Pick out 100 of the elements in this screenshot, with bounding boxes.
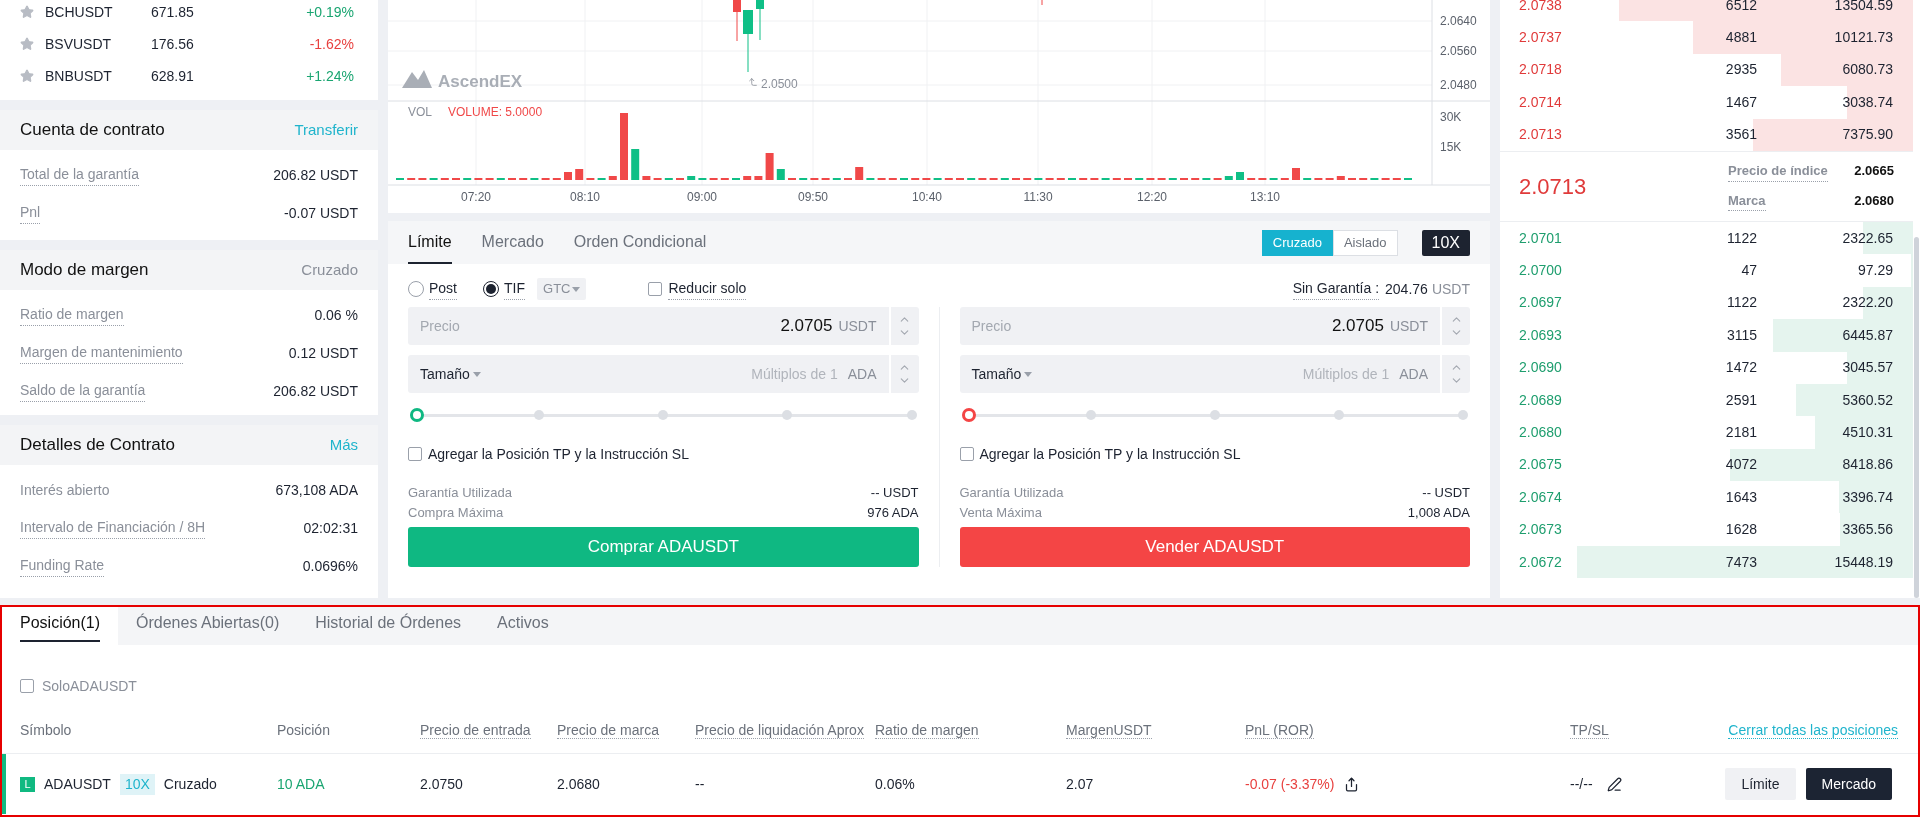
slider-stop[interactable] (1333, 410, 1344, 420)
checkbox[interactable] (408, 447, 422, 461)
slider-thumb[interactable] (961, 408, 976, 422)
info-value: 1,008 ADA (1407, 504, 1470, 523)
card-link[interactable]: Transferir (294, 118, 358, 142)
positions-tab[interactable]: Activos (479, 607, 567, 645)
margin-mode-toggle[interactable]: Cruzado (1261, 229, 1333, 256)
book-price[interactable]: 2.0673 (1500, 519, 1639, 541)
slider-stop[interactable] (782, 410, 793, 420)
close-position-button[interactable]: Mercado (1805, 768, 1892, 800)
scrollbar[interactable] (1914, 237, 1919, 598)
info-value: 02:02:31 (303, 518, 358, 538)
book-price[interactable]: 2.0697 (1500, 292, 1639, 314)
column-header: Precio de liquidación Aprox (695, 722, 864, 739)
chart-watermark: AscendEX (438, 72, 523, 91)
positions-tab[interactable]: Órdenes Abiertas(0) (118, 607, 298, 645)
price-field[interactable]: Precio 2.0705 USDT (408, 307, 919, 345)
book-amount: 1467 (1724, 92, 1757, 112)
price-field[interactable]: Precio 2.0705 USDT (959, 307, 1470, 345)
candlestick (1041, 0, 1043, 6)
book-price[interactable]: 2.0701 (1500, 227, 1639, 249)
share-icon[interactable] (1344, 776, 1360, 792)
market-price: 176.56 (151, 34, 194, 54)
book-price[interactable]: 2.0713 (1500, 124, 1639, 146)
caret-icon (472, 371, 481, 377)
size-unit-dropdown[interactable]: Tamaño (420, 363, 481, 385)
slider-stop[interactable] (1209, 410, 1220, 420)
market-price: 628.91 (151, 66, 194, 86)
tif-select[interactable]: GTC (537, 278, 587, 300)
field-placeholder: Múltiplos de 1 (751, 364, 838, 384)
book-price[interactable]: 2.0680 (1500, 422, 1639, 443)
column-header: TP/SL (1570, 722, 1609, 739)
margin-mode-toggle[interactable]: Aislado (1332, 229, 1398, 256)
book-amount: 3115 (1725, 325, 1757, 345)
slider-stop[interactable] (658, 410, 669, 420)
slider-thumb[interactable] (410, 408, 424, 422)
book-price[interactable]: 2.0718 (1500, 59, 1639, 81)
table-cell-text: -- (695, 774, 706, 794)
checkbox[interactable] (959, 447, 974, 461)
book-price[interactable]: 2.0700 (1500, 260, 1639, 282)
order-type-tab[interactable]: Orden Condicional (573, 221, 707, 264)
info-value: 976 ADA (867, 504, 919, 523)
slider-stop[interactable] (1458, 410, 1468, 420)
star-icon[interactable] (20, 5, 34, 19)
price-axis-label: 2.0480 (1440, 78, 1477, 92)
book-price[interactable]: 2.0672 (1500, 551, 1639, 573)
info-label: Garantía Utilizada (408, 484, 513, 503)
order-type-tab[interactable]: Límite (408, 221, 452, 264)
checkbox[interactable] (648, 282, 663, 296)
book-amount: 1122 (1725, 293, 1757, 313)
info-value: -- USDT (1422, 484, 1470, 503)
info-value: -0.07 USDT (284, 203, 358, 223)
column-header: Símbolo (20, 722, 72, 738)
submit-order-button[interactable]: Comprar ADAUSDT (408, 527, 919, 567)
book-price[interactable]: 2.0714 (1500, 91, 1639, 113)
card-link[interactable]: Más (329, 433, 358, 457)
book-price[interactable]: 2.0674 (1500, 486, 1639, 508)
market-symbol[interactable]: BCHUSDT (45, 1, 151, 23)
book-price[interactable]: 2.0738 (1500, 0, 1639, 16)
book-price[interactable]: 2.0675 (1500, 454, 1639, 476)
info-label: Saldo de la garantía (20, 380, 146, 402)
star-icon[interactable] (20, 37, 34, 51)
leverage-button[interactable]: 10X (1421, 229, 1470, 256)
card-title: Modo de margen (20, 259, 149, 282)
slider-stop[interactable] (534, 410, 545, 420)
table-cell-text: 2.0750 (420, 774, 464, 794)
positions-tab[interactable]: Posición(1) (2, 607, 119, 645)
book-price[interactable]: 2.0737 (1500, 27, 1639, 49)
option-label: Post (429, 278, 457, 300)
book-amount: 47 (1740, 261, 1757, 281)
size-unit-dropdown[interactable]: Tamaño (971, 363, 1033, 385)
book-total: 7375.90 (1842, 125, 1893, 145)
slider-stop[interactable] (1085, 410, 1096, 420)
book-price[interactable]: 2.0689 (1500, 389, 1639, 411)
close-position-button[interactable]: Límite (1725, 768, 1796, 800)
info-value: 0.06 % (314, 305, 358, 325)
checkbox-label: SoloADAUSDT (42, 676, 137, 696)
book-price[interactable]: 2.0693 (1500, 324, 1639, 346)
book-price[interactable]: 2.0690 (1500, 357, 1639, 379)
edit-icon[interactable] (1606, 776, 1622, 792)
book-total: 3038.74 (1842, 92, 1893, 112)
market-price: 671.85 (151, 2, 194, 22)
info-label: Pnl (20, 202, 41, 224)
checkbox-label: Agregar la Posición TP y la Instrucción SL (428, 444, 689, 464)
order-type-tab[interactable]: Mercado (481, 221, 544, 264)
mark-price-value: 2.0680 (1854, 191, 1894, 210)
info-label: Compra Máxima (408, 504, 504, 523)
market-symbol[interactable]: BSVUSDT (45, 33, 151, 55)
close-all-link[interactable]: Cerrar todas las posiciones (1728, 722, 1898, 739)
submit-order-button[interactable]: Vender ADAUSDT (959, 527, 1470, 567)
size-field[interactable]: Tamaño Múltiplos de 1 ADA (959, 355, 1470, 393)
book-amount: 3561 (1724, 125, 1757, 145)
positions-tab[interactable]: Historial de Órdenes (297, 607, 480, 645)
size-field[interactable]: Tamaño Múltiplos de 1 ADA (408, 355, 919, 393)
info-value: -- USDT (870, 484, 919, 503)
candlestick (756, 0, 764, 41)
checkbox[interactable] (20, 679, 34, 693)
star-icon[interactable] (20, 69, 34, 83)
market-symbol[interactable]: BNBUSDT (45, 65, 151, 87)
slider-stop[interactable] (906, 410, 917, 420)
